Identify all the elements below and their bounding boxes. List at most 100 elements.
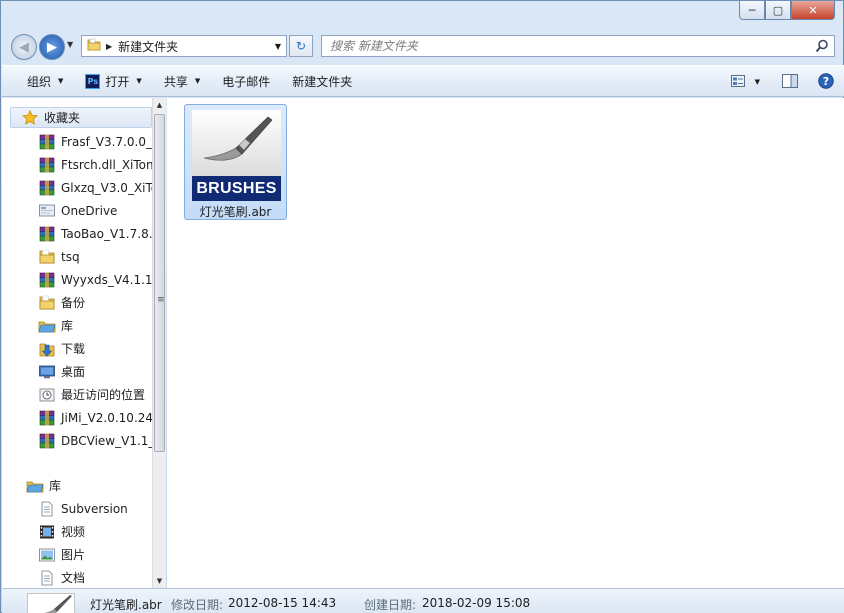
created-date-label: 创建日期: bbox=[364, 598, 417, 612]
created-date-value: 2018-02-09 15:08 bbox=[422, 596, 531, 610]
maximize-button[interactable]: ▢ bbox=[765, 1, 791, 20]
share-label: 共享 bbox=[163, 74, 188, 89]
chevron-down-icon: ▼ bbox=[136, 77, 142, 85]
open-menu[interactable]: Ps 打开 ▼ bbox=[74, 69, 152, 93]
navigation-pane: 收藏夹 Frasf_V3.7.0.0_X Ftsrch.dll_XiTon Glxz… bbox=[2, 98, 152, 588]
email-button[interactable]: 电子邮件 bbox=[211, 69, 281, 93]
nav-item-label: Glxzq_V3.0_XiTc bbox=[61, 180, 152, 195]
paintbrush-icon bbox=[44, 595, 72, 613]
nav-item-label: JiMi_V2.0.10.24_ bbox=[61, 410, 152, 425]
forward-button[interactable]: ▶ bbox=[39, 34, 65, 60]
chevron-down-icon[interactable]: ▼ bbox=[755, 78, 760, 86]
help-button[interactable]: ? bbox=[818, 70, 834, 94]
refresh-button[interactable]: ↻ bbox=[289, 35, 313, 57]
nav-item-label: 桌面 bbox=[61, 365, 86, 379]
winrar-archive-icon bbox=[38, 134, 56, 150]
picture-library-icon bbox=[38, 547, 56, 563]
scroll-up-icon[interactable]: ▲ bbox=[153, 98, 166, 112]
nav-item[interactable]: 备份 bbox=[38, 292, 85, 313]
arrow-right-icon: ▶ bbox=[47, 39, 57, 55]
video-library-icon bbox=[38, 524, 56, 540]
organize-menu[interactable]: 组织 ▼ bbox=[16, 69, 74, 93]
nav-item[interactable]: Glxzq_V3.0_XiTc bbox=[38, 177, 152, 198]
nav-item-label: 下载 bbox=[61, 342, 86, 356]
library-icon bbox=[26, 478, 44, 494]
address-dropdown-button[interactable]: ▼ bbox=[270, 42, 286, 51]
nav-item[interactable]: 桌面 bbox=[38, 361, 85, 382]
breadcrumb-separator-icon[interactable]: ▶ bbox=[106, 42, 112, 51]
file-name-label: 灯光笔刷.abr bbox=[199, 205, 272, 219]
scroll-down-icon[interactable]: ▼ bbox=[153, 574, 166, 588]
search-icon[interactable] bbox=[810, 36, 834, 56]
close-button[interactable]: ✕ bbox=[791, 1, 835, 20]
open-label: 打开 bbox=[105, 74, 130, 89]
nav-item[interactable]: JiMi_V2.0.10.24_ bbox=[38, 407, 152, 428]
nav-item[interactable]: Ftsrch.dll_XiTon bbox=[38, 154, 152, 175]
file-item-selected[interactable]: BRUSHES 灯光笔刷.abr bbox=[184, 104, 287, 220]
arrow-left-icon: ◀ bbox=[19, 39, 29, 55]
grip-icon: ≡ bbox=[157, 295, 165, 305]
new-folder-label: 新建文件夹 bbox=[292, 74, 353, 89]
star-icon bbox=[21, 110, 39, 126]
nav-library-item[interactable]: Subversion bbox=[38, 498, 128, 519]
nav-item[interactable]: tsq bbox=[38, 246, 80, 267]
paintbrush-icon bbox=[192, 110, 281, 176]
nav-item[interactable]: DBCView_V1.1_ bbox=[38, 430, 152, 451]
back-button[interactable]: ◀ bbox=[11, 34, 37, 60]
nav-favorites[interactable]: 收藏夹 bbox=[10, 107, 152, 128]
nav-item-label: Ftsrch.dll_XiTon bbox=[61, 157, 152, 172]
nav-item[interactable]: 下载 bbox=[38, 338, 85, 359]
document-library-icon bbox=[38, 501, 56, 517]
winrar-archive-icon bbox=[38, 157, 56, 173]
explorer-window: ─ ▢ ✕ ◀ ▶ ▼ ▶ 新建文件夹 ▼ ↻ 组织 ▼ Ps 打开 bbox=[0, 0, 844, 613]
modified-date-label: 修改日期: bbox=[171, 598, 224, 612]
nav-library-item[interactable]: 图片 bbox=[38, 544, 85, 565]
refresh-icon: ↻ bbox=[295, 39, 307, 53]
scrollbar-thumb[interactable]: ≡ bbox=[154, 114, 165, 452]
nav-item[interactable]: 最近访问的位置 bbox=[38, 384, 145, 405]
new-folder-button[interactable]: 新建文件夹 bbox=[281, 69, 363, 93]
change-view-button[interactable]: ▼ bbox=[730, 70, 760, 94]
file-list[interactable]: BRUSHES 灯光笔刷.abr bbox=[167, 98, 844, 588]
nav-item[interactable]: TaoBao_V1.7.8. bbox=[38, 223, 152, 244]
command-bar: 组织 ▼ Ps 打开 ▼ 共享 ▼ 电子邮件 新建文件夹 ▼ ? bbox=[2, 65, 844, 97]
nav-item-label: 最近访问的位置 bbox=[61, 388, 146, 402]
organize-label: 组织 bbox=[27, 74, 52, 89]
details-file-name: 灯光笔刷.abr bbox=[90, 598, 162, 612]
folder-icon bbox=[38, 295, 56, 311]
winrar-archive-icon bbox=[38, 180, 56, 196]
nav-item[interactable]: OneDrive bbox=[38, 200, 117, 221]
share-menu[interactable]: 共享 ▼ bbox=[153, 69, 211, 93]
nav-library-item[interactable]: 视频 bbox=[38, 521, 85, 542]
winrar-archive-icon bbox=[38, 410, 56, 426]
thumbnail-caption: BRUSHES bbox=[192, 176, 281, 201]
nav-item-label: Frasf_V3.7.0.0_X bbox=[61, 134, 152, 149]
search-input[interactable] bbox=[330, 39, 810, 53]
chevron-down-icon: ▼ bbox=[58, 77, 64, 85]
onedrive-icon bbox=[38, 203, 56, 219]
minimize-button[interactable]: ─ bbox=[739, 1, 765, 20]
nav-libraries[interactable]: 库 bbox=[26, 475, 61, 496]
breadcrumb-current-folder[interactable]: 新建文件夹 bbox=[118, 38, 270, 55]
recent-pages-dropdown[interactable]: ▼ bbox=[67, 40, 73, 49]
nav-favorites-label: 收藏夹 bbox=[44, 111, 81, 125]
nav-library-item-label: 文档 bbox=[61, 571, 86, 585]
navigation-scrollbar[interactable]: ▲ ≡ ▼ bbox=[152, 98, 166, 588]
nav-item[interactable]: Frasf_V3.7.0.0_X bbox=[38, 131, 152, 152]
caption-buttons: ─ ▢ ✕ bbox=[739, 1, 835, 21]
nav-item-label: Wyyxds_V4.1.1. bbox=[61, 272, 152, 287]
details-pane: 灯光笔刷.abr 修改日期: 2012-08-15 14:43 创建日期: 20… bbox=[2, 588, 844, 613]
winrar-archive-icon bbox=[38, 226, 56, 242]
address-bar[interactable]: ▶ 新建文件夹 ▼ bbox=[81, 35, 287, 57]
details-thumbnail bbox=[27, 593, 75, 613]
nav-item-label: 备份 bbox=[61, 296, 86, 310]
view-icon bbox=[730, 74, 745, 90]
preview-pane-button[interactable] bbox=[782, 70, 798, 94]
nav-library-item[interactable]: 文档 bbox=[38, 567, 85, 588]
library-icon bbox=[38, 318, 56, 334]
chevron-down-icon: ▼ bbox=[194, 77, 201, 85]
nav-item[interactable]: Wyyxds_V4.1.1. bbox=[38, 269, 152, 290]
preview-pane-icon bbox=[782, 73, 798, 91]
email-label: 电子邮件 bbox=[222, 74, 271, 89]
nav-item[interactable]: 库 bbox=[38, 315, 73, 336]
